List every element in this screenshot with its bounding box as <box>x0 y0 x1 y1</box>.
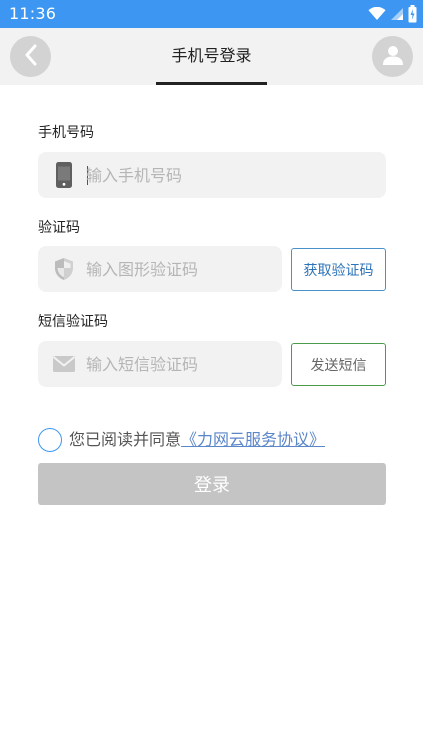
signal-icon <box>390 7 404 21</box>
status-bar: 11:36 <box>0 0 423 28</box>
phone-icon <box>52 162 76 188</box>
wifi-icon <box>368 7 386 21</box>
title-underline <box>156 82 267 85</box>
battery-icon <box>408 5 417 23</box>
app-header: 手机号登录 <box>0 28 423 85</box>
page-title: 手机号登录 <box>171 46 252 65</box>
sms-input[interactable] <box>86 341 271 387</box>
agreement-text: 您已阅读并同意 <box>69 430 182 449</box>
login-screen: 11:36 手机号登录 手机号码 输入手机号码 验证码 输入图形验证码 获取验证… <box>0 0 423 752</box>
get-captcha-button[interactable]: 获取验证码 <box>291 248 386 291</box>
agreement-checkbox[interactable] <box>38 428 62 452</box>
phone-input[interactable] <box>86 152 376 198</box>
status-icons <box>368 4 417 24</box>
send-sms-button[interactable]: 发送短信 <box>291 343 386 386</box>
status-time: 11:36 <box>9 4 57 23</box>
captcha-label: 验证码 <box>38 220 80 236</box>
phone-label: 手机号码 <box>38 125 94 141</box>
agreement-row: 您已阅读并同意 《力网云服务协议》 <box>38 426 325 454</box>
agreement-link[interactable]: 《力网云服务协议》 <box>181 429 325 451</box>
sms-label: 短信验证码 <box>38 314 108 330</box>
captcha-input[interactable] <box>86 246 271 292</box>
shield-icon <box>52 257 76 281</box>
login-button[interactable]: 登录 <box>38 463 386 505</box>
captcha-field[interactable] <box>38 246 282 292</box>
sms-field[interactable] <box>38 341 282 387</box>
phone-field[interactable] <box>38 152 386 198</box>
user-icon <box>381 43 405 71</box>
avatar-button[interactable] <box>372 36 413 77</box>
mail-icon <box>52 352 76 376</box>
